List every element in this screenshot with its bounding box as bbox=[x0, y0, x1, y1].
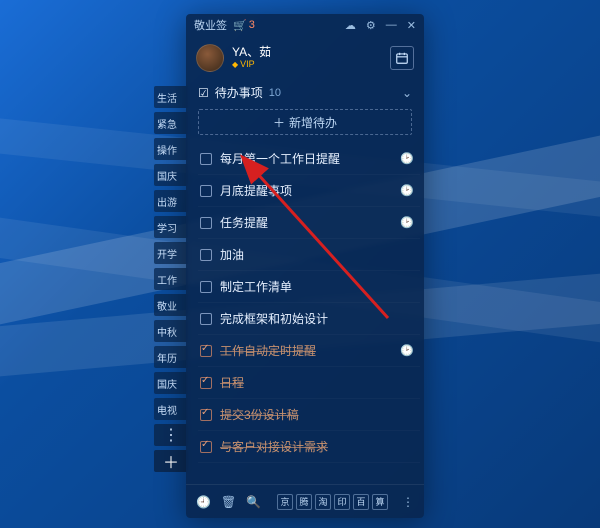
todo-text: 提交3份设计稿 bbox=[220, 406, 299, 423]
footer-bar: 🕘 🗑 🔍 京腾淘印百算 ⋮ bbox=[186, 484, 424, 518]
trash-icon[interactable]: 🗑 bbox=[221, 495, 236, 509]
checkbox[interactable] bbox=[200, 409, 212, 421]
sidebar-tag[interactable]: 电视 bbox=[154, 398, 188, 420]
checkbox[interactable] bbox=[200, 281, 212, 293]
shortcut-百[interactable]: 百 bbox=[353, 494, 369, 510]
sidebar-more[interactable]: ⋮ bbox=[154, 424, 188, 446]
settings-icon[interactable]: ⚙ bbox=[366, 19, 376, 32]
todo-text: 加油 bbox=[220, 246, 244, 263]
todo-item[interactable]: 加油 bbox=[198, 239, 420, 271]
todo-text: 任务提醒 bbox=[220, 214, 268, 231]
checkbox[interactable] bbox=[200, 153, 212, 165]
more-icon[interactable]: ⋮ bbox=[402, 495, 414, 509]
titlebar: 敬业签 🛒3 ☁ ⚙ ― ✕ bbox=[186, 14, 424, 36]
checkbox[interactable] bbox=[200, 217, 212, 229]
todo-text: 完成框架和初始设计 bbox=[220, 310, 328, 327]
todo-text: 与客户对接设计需求 bbox=[220, 438, 328, 455]
cart-count: 3 bbox=[249, 19, 255, 31]
sidebar-tag[interactable]: 学习 bbox=[154, 216, 188, 238]
history-icon[interactable]: 🕘 bbox=[196, 495, 211, 509]
todo-text: 每月第一个工作日提醒 bbox=[220, 150, 340, 167]
vip-badge: VIP bbox=[232, 60, 271, 70]
todo-text: 日程 bbox=[220, 374, 244, 391]
clock-icon: 🕑 bbox=[400, 344, 414, 357]
sidebar-tag[interactable]: 中秋 bbox=[154, 320, 188, 342]
sidebar-tag[interactable]: 敬业 bbox=[154, 294, 188, 316]
section-title: 待办事项 bbox=[215, 84, 263, 101]
minimize-icon[interactable]: ― bbox=[386, 19, 397, 31]
checkbox[interactable] bbox=[200, 345, 212, 357]
calendar-button[interactable] bbox=[390, 46, 414, 70]
shortcut-淘[interactable]: 淘 bbox=[315, 494, 331, 510]
todo-item[interactable]: 完成框架和初始设计 bbox=[198, 303, 420, 335]
chevron-down-icon: ⌄ bbox=[402, 86, 412, 100]
shortcut-印[interactable]: 印 bbox=[334, 494, 350, 510]
sidebar-tag[interactable]: 开学 bbox=[154, 242, 188, 264]
avatar[interactable] bbox=[196, 44, 224, 72]
sync-icon[interactable]: ☁ bbox=[345, 19, 356, 32]
section-header[interactable]: ☑ 待办事项 10 ⌄ bbox=[186, 80, 424, 105]
shortcut-腾[interactable]: 腾 bbox=[296, 494, 312, 510]
sidebar-tag[interactable]: 国庆 bbox=[154, 372, 188, 394]
todo-text: 工作自动定时提醒 bbox=[220, 342, 316, 359]
checkbox[interactable] bbox=[200, 185, 212, 197]
checkbox[interactable] bbox=[200, 441, 212, 453]
todo-text: 月底提醒事项 bbox=[220, 182, 292, 199]
checkbox[interactable] bbox=[200, 313, 212, 325]
sidebar-tag[interactable]: 紧急 bbox=[154, 112, 188, 134]
app-name: 敬业签 bbox=[194, 17, 227, 33]
section-count: 10 bbox=[269, 87, 281, 99]
todo-text: 制定工作清单 bbox=[220, 278, 292, 295]
clock-icon: 🕑 bbox=[400, 216, 414, 229]
sidebar-add[interactable]: ＋ bbox=[154, 450, 188, 472]
sidebar-tag[interactable]: 生活 bbox=[154, 86, 188, 108]
sidebar-tag[interactable]: 操作 bbox=[154, 138, 188, 160]
todo-item[interactable]: 月底提醒事项 🕑 bbox=[198, 175, 420, 207]
todo-item[interactable]: 提交3份设计稿 bbox=[198, 399, 420, 431]
shortcut-算[interactable]: 算 bbox=[372, 494, 388, 510]
todo-item[interactable]: 每月第一个工作日提醒 🕑 bbox=[198, 143, 420, 175]
todo-item[interactable]: 任务提醒 🕑 bbox=[198, 207, 420, 239]
clock-icon: 🕑 bbox=[400, 152, 414, 165]
add-todo-button[interactable]: ＋ 新增待办 bbox=[198, 109, 412, 135]
username: YA、茹 bbox=[232, 46, 271, 59]
sidebar-tag[interactable]: 国庆 bbox=[154, 164, 188, 186]
shortcut-group: 京腾淘印百算 bbox=[277, 494, 388, 510]
checklist-icon: ☑ bbox=[198, 86, 209, 100]
todo-item[interactable]: 制定工作清单 bbox=[198, 271, 420, 303]
clock-icon: 🕑 bbox=[400, 184, 414, 197]
checkbox[interactable] bbox=[200, 249, 212, 261]
todo-list: 每月第一个工作日提醒 🕑 月底提醒事项 🕑 任务提醒 🕑 加油制定工作清单完成框架和初始设计… bbox=[186, 143, 424, 484]
todo-item[interactable]: 与客户对接设计需求 bbox=[198, 431, 420, 463]
todo-item[interactable]: 日程 bbox=[198, 367, 420, 399]
profile-bar: YA、茹 VIP bbox=[186, 36, 424, 80]
checkbox[interactable] bbox=[200, 377, 212, 389]
add-todo-label: 新增待办 bbox=[289, 114, 337, 131]
sidebar-tag[interactable]: 工作 bbox=[154, 268, 188, 290]
close-icon[interactable]: ✕ bbox=[407, 19, 416, 32]
plus-icon: ＋ bbox=[273, 114, 285, 131]
shortcut-京[interactable]: 京 bbox=[277, 494, 293, 510]
sidebar-tag[interactable]: 出游 bbox=[154, 190, 188, 212]
app-window: 敬业签 🛒3 ☁ ⚙ ― ✕ YA、茹 VIP ☑ 待办事项 10 ⌄ ＋ 新增… bbox=[186, 14, 424, 518]
cart-icon[interactable]: 🛒3 bbox=[233, 19, 255, 32]
search-icon[interactable]: 🔍 bbox=[246, 495, 261, 509]
sidebar-tag[interactable]: 年历 bbox=[154, 346, 188, 368]
todo-item[interactable]: 工作自动定时提醒 🕑 bbox=[198, 335, 420, 367]
